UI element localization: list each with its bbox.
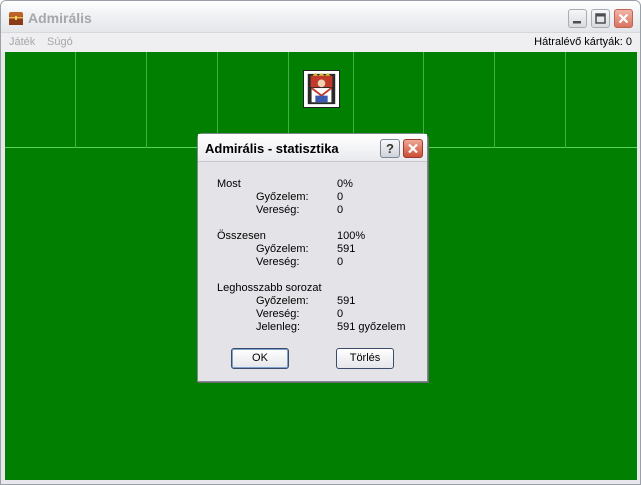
minimize-button[interactable] xyxy=(568,9,587,28)
total-wins-label: Győzelem: xyxy=(256,243,309,255)
current-wins-value: 0 xyxy=(337,191,344,203)
dialog-title-bar[interactable]: Admirális - statisztika ? xyxy=(198,134,427,162)
window-title: Admirális xyxy=(28,10,92,26)
dialog-close-button[interactable] xyxy=(403,139,423,158)
maximize-button[interactable] xyxy=(591,9,610,28)
card-slot[interactable] xyxy=(566,52,637,148)
streak-current-value: 591 győzelem xyxy=(337,321,406,333)
current-losses-label: Vereség: xyxy=(256,204,300,216)
title-bar[interactable]: Admirális xyxy=(1,1,640,33)
current-percent: 0% xyxy=(337,178,353,190)
card-slot[interactable] xyxy=(495,52,566,148)
close-icon xyxy=(408,143,418,154)
close-icon xyxy=(618,13,629,24)
current-wins-label: Győzelem: xyxy=(256,191,309,203)
streak-current-label: Jelenleg: xyxy=(256,321,301,333)
streak-wins-value: 591 xyxy=(337,295,356,307)
streak-losses-value: 0 xyxy=(337,308,344,320)
help-icon: ? xyxy=(386,141,394,156)
card-slot[interactable] xyxy=(76,52,147,148)
ok-button[interactable]: OK xyxy=(231,348,289,369)
card-slot[interactable] xyxy=(424,52,495,148)
treasure-chest-icon xyxy=(9,12,23,25)
help-button[interactable]: ? xyxy=(380,139,400,158)
close-button[interactable] xyxy=(614,9,633,28)
streak-heading: Leghosszabb sorozat xyxy=(217,282,322,294)
current-losses-value: 0 xyxy=(337,204,344,216)
current-heading: Most xyxy=(217,178,241,190)
streak-losses-label: Vereség: xyxy=(256,308,300,320)
reset-button[interactable]: Törlés xyxy=(336,348,394,369)
total-wins-value: 591 xyxy=(337,243,356,255)
total-losses-value: 0 xyxy=(337,256,344,268)
total-losses-label: Vereség: xyxy=(256,256,300,268)
total-percent: 100% xyxy=(337,230,366,242)
maximize-icon xyxy=(595,13,606,24)
streak-wins-label: Győzelem: xyxy=(256,295,309,307)
dialog-title: Admirális - statisztika xyxy=(205,141,339,156)
remaining-cards-label: Hátralévő kártyák: 0 xyxy=(534,36,632,48)
total-heading: Összesen xyxy=(217,230,266,242)
menu-help[interactable]: Súgó xyxy=(47,36,73,48)
statistics-dialog: Admirális - statisztika ? Most 0% Győzel… xyxy=(197,133,428,382)
menu-game[interactable]: Játék xyxy=(9,36,35,48)
menu-bar: Játék Súgó Hátralévő kártyák: 0 xyxy=(1,33,640,52)
card-slot[interactable] xyxy=(5,52,76,148)
king-card-icon[interactable] xyxy=(303,70,340,108)
minimize-icon xyxy=(573,21,581,24)
